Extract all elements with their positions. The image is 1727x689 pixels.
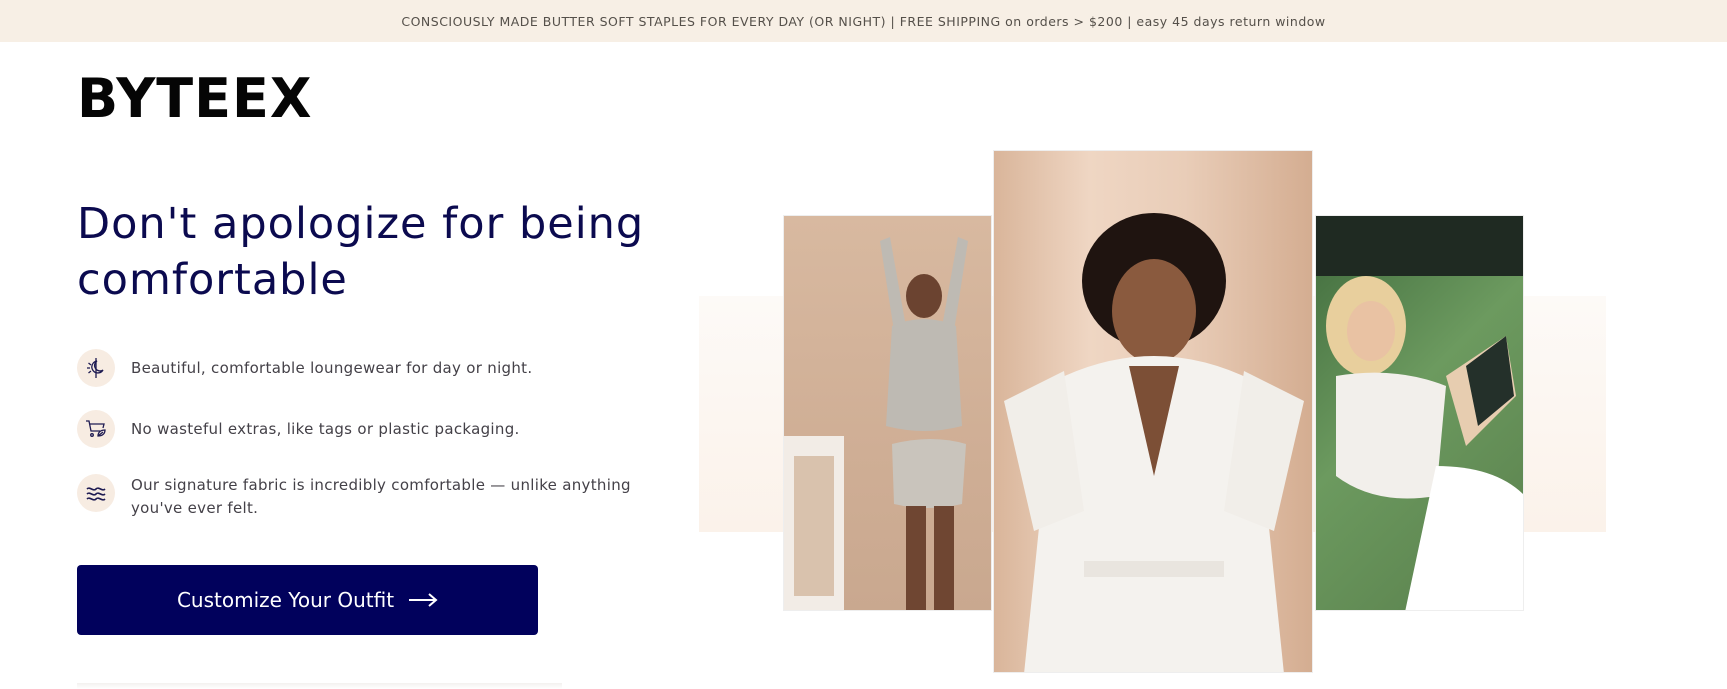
feature-text: Beautiful, comfortable loungewear for da… [131, 359, 533, 377]
feature-item: Beautiful, comfortable loungewear for da… [77, 349, 677, 387]
feature-item: Our signature fabric is incredibly comfo… [77, 474, 677, 520]
cart-leaf-icon [77, 410, 115, 448]
sun-moon-icon [77, 349, 115, 387]
brand-logo[interactable]: BYTEEX [77, 72, 313, 126]
feature-text: Our signature fabric is incredibly comfo… [131, 476, 631, 517]
reading-photo-right [1315, 215, 1524, 611]
arrow-right-icon [408, 593, 438, 607]
section-divider [77, 683, 562, 689]
waves-icon [77, 474, 115, 512]
feature-text: No wasteful extras, like tags or plastic… [131, 420, 520, 438]
lounge-photo-left [783, 215, 992, 611]
feature-item: No wasteful extras, like tags or plastic… [77, 410, 677, 448]
announcement-bar: CONSCIOUSLY MADE BUTTER SOFT STAPLES FOR… [0, 0, 1727, 42]
cta-label: Customize Your Outfit [176, 588, 395, 612]
announcement-text: CONSCIOUSLY MADE BUTTER SOFT STAPLES FOR… [401, 13, 1326, 29]
hero-headline: Don't apologize for being comfortable [77, 199, 645, 305]
robe-photo-center [993, 150, 1313, 673]
customize-outfit-button[interactable]: Customize Your Outfit [77, 565, 538, 635]
